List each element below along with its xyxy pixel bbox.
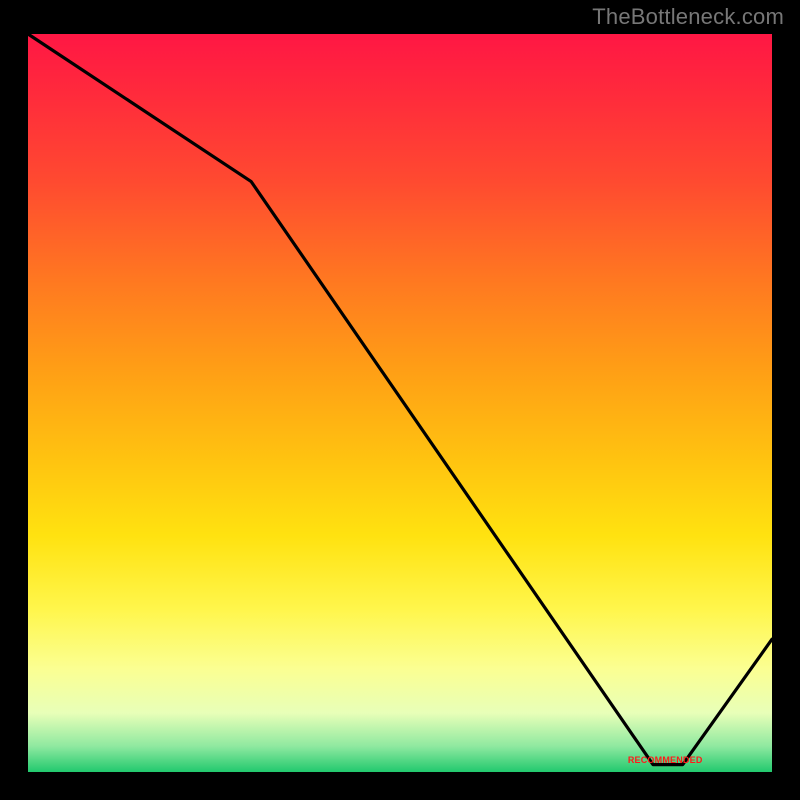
chart-overlay: [28, 34, 772, 772]
plot-frame: RECOMMENDED: [28, 34, 772, 772]
series-line: [28, 34, 772, 765]
attribution-text: TheBottleneck.com: [592, 4, 784, 30]
chart-container: TheBottleneck.com RECOMMENDED: [0, 0, 800, 800]
recommended-marker-label: RECOMMENDED: [628, 755, 703, 765]
